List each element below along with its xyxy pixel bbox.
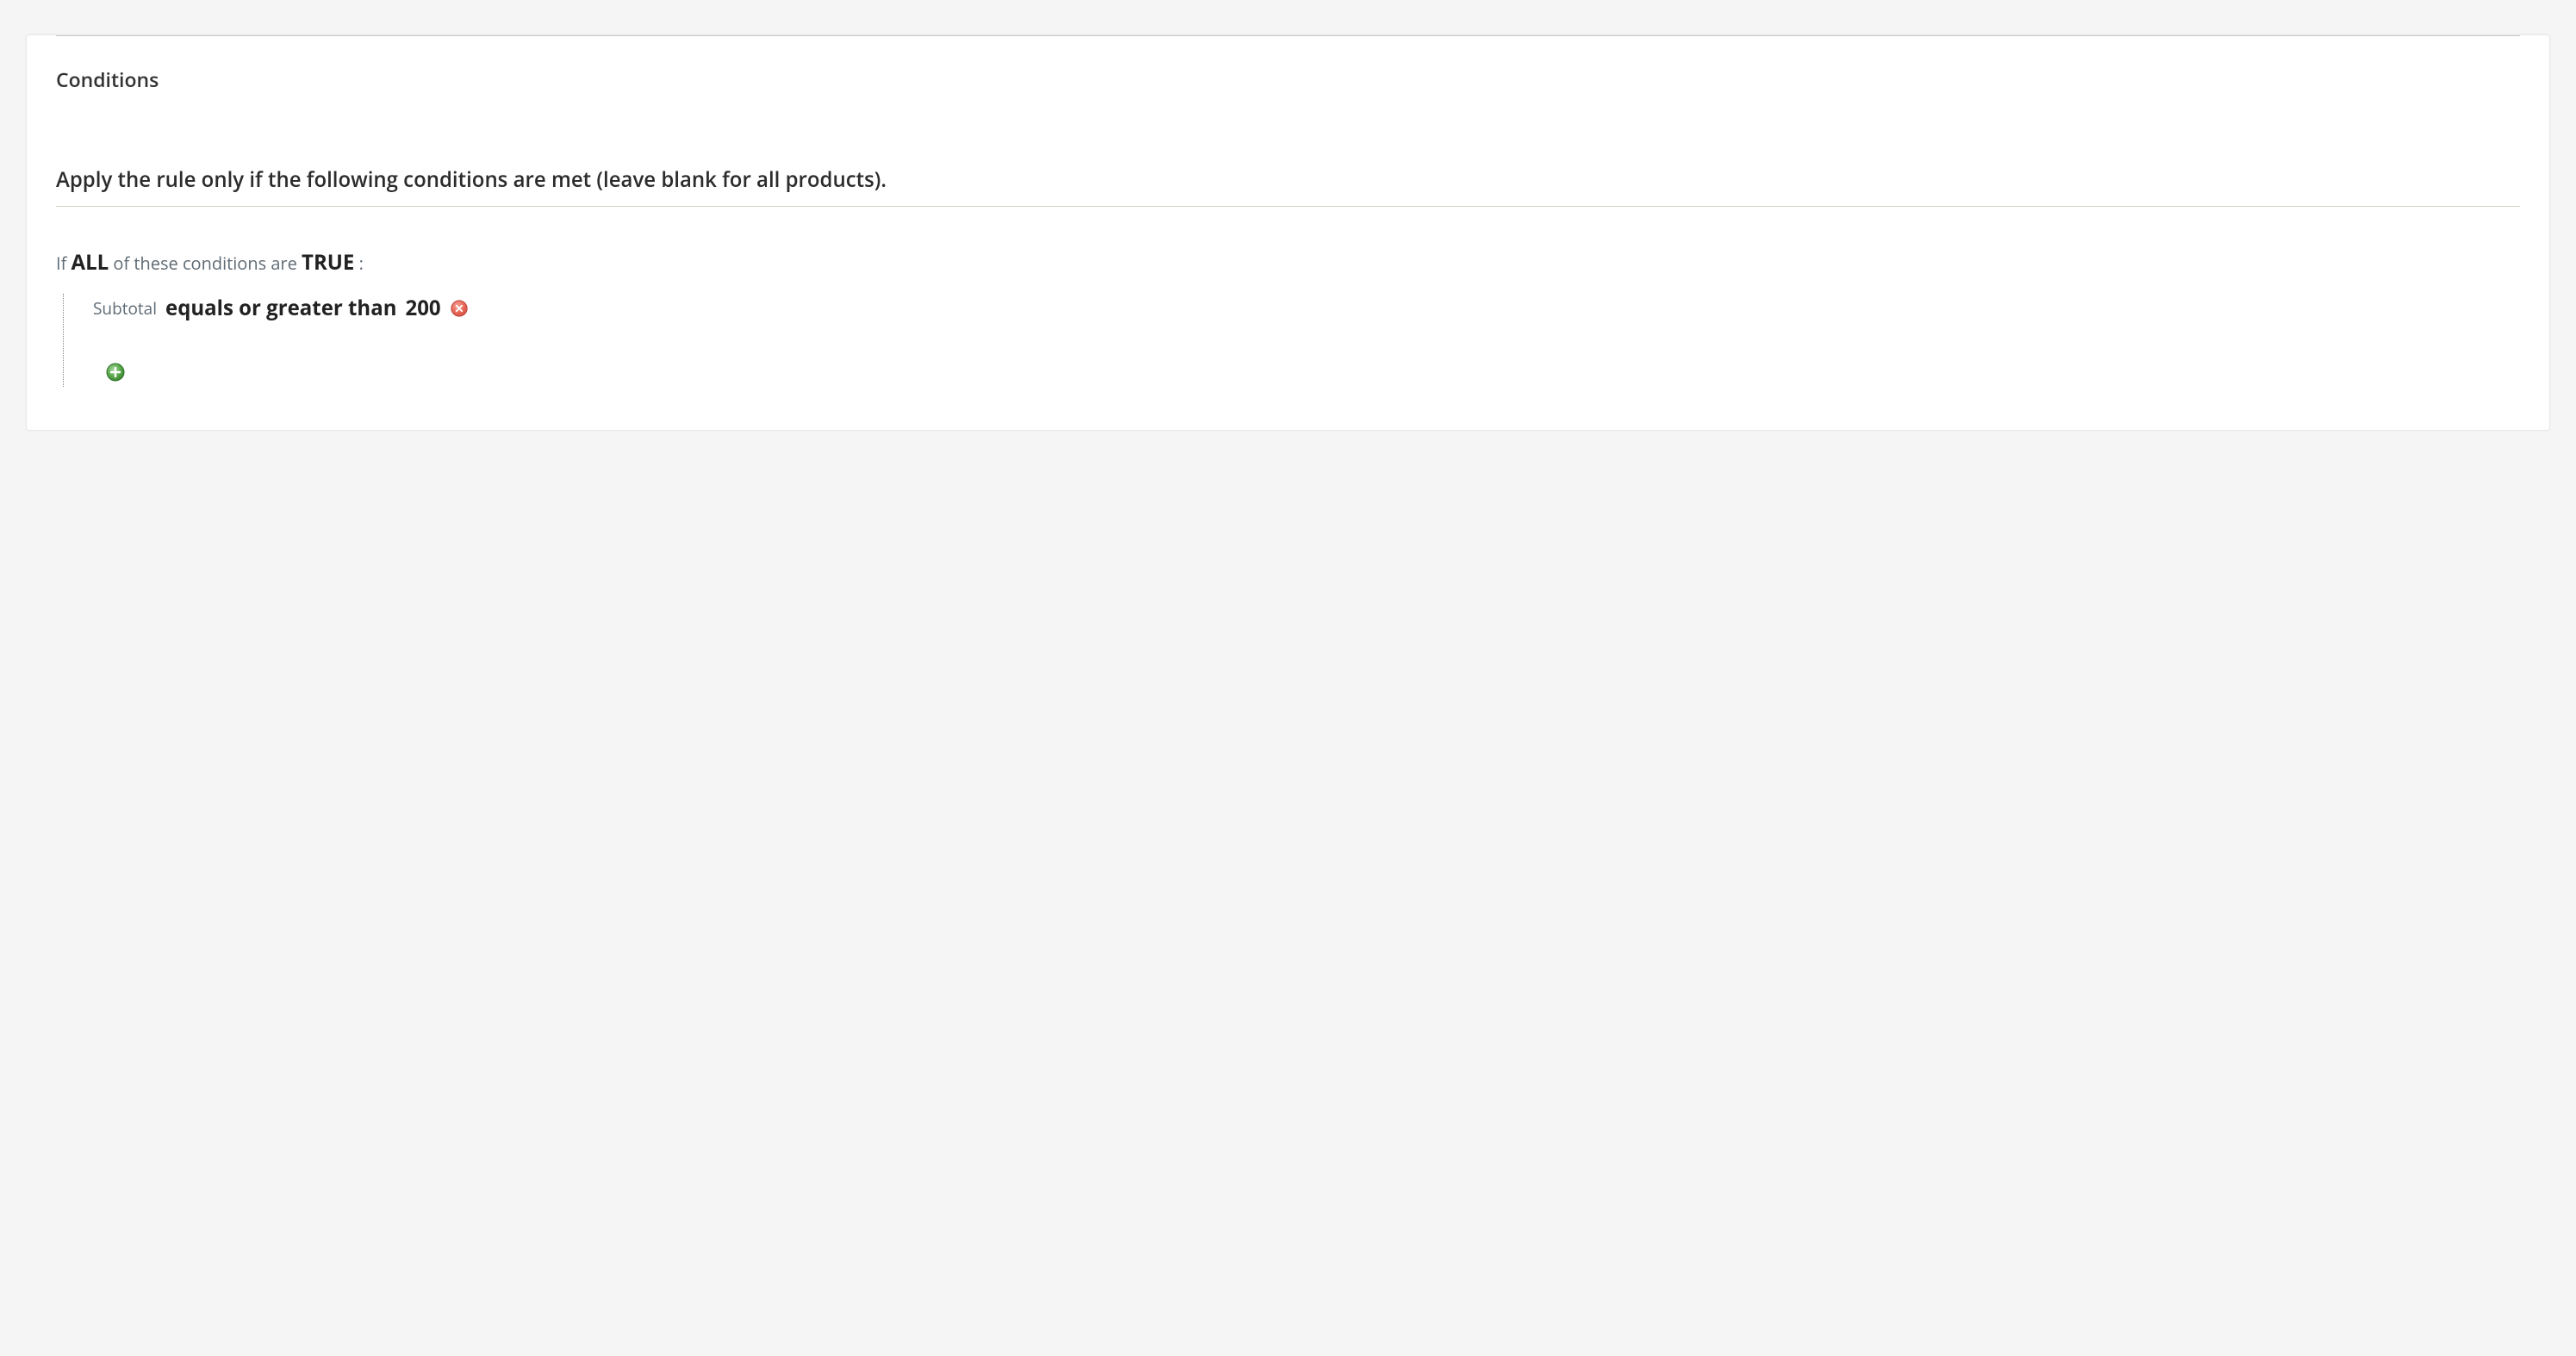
top-divider (56, 35, 2520, 36)
section-description: Apply the rule only if the following con… (56, 165, 2520, 207)
condition-attribute[interactable]: Subtotal (93, 297, 157, 320)
condition-row: Subtotal equals or greater than 200 (93, 294, 2520, 322)
rule-middle: of these conditions are (113, 252, 296, 275)
rule-aggregator[interactable]: ALL (72, 248, 109, 277)
rule-value[interactable]: TRUE (302, 248, 354, 277)
conditions-children: Subtotal equals or greater than 200 (63, 294, 2520, 387)
condition-value[interactable]: 200 (405, 294, 440, 322)
condition-operator[interactable]: equals or greater than (165, 294, 396, 322)
add-condition-icon[interactable] (105, 362, 126, 383)
section-title: Conditions (56, 65, 2520, 93)
rule-root: If ALL of these conditions are TRUE : (56, 248, 2520, 277)
rule-colon: : (359, 252, 364, 275)
remove-condition-icon[interactable] (450, 299, 469, 318)
rule-prefix: If (56, 252, 66, 275)
conditions-card: Conditions Apply the rule only if the fo… (26, 34, 2550, 431)
